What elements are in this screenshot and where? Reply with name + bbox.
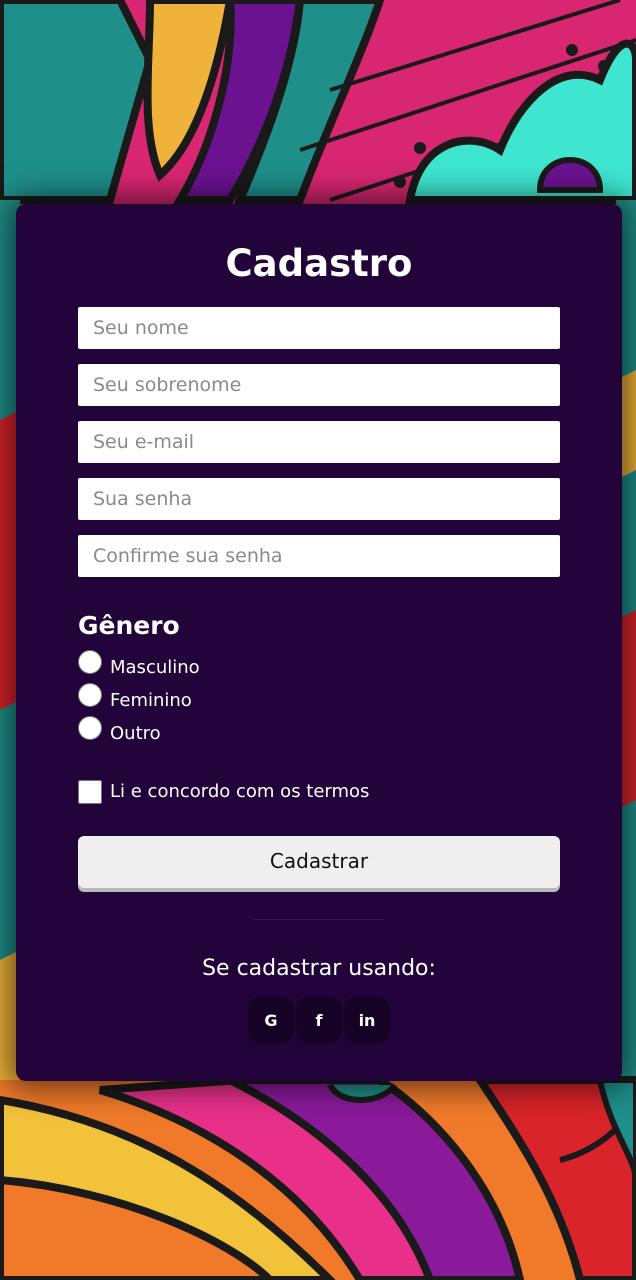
facebook-button[interactable]: f	[296, 997, 342, 1043]
gender-option-feminino[interactable]: Feminino	[78, 683, 192, 713]
radio-button-masculino[interactable]	[78, 650, 102, 674]
gender-option-outro[interactable]: Outro	[78, 716, 161, 746]
first-name-input[interactable]	[78, 307, 560, 349]
facebook-icon: f	[315, 1010, 323, 1030]
terms-label: Li e concordo com os termos	[110, 781, 370, 802]
divider	[254, 919, 384, 920]
page-title: Cadastro	[225, 242, 413, 285]
confirm-password-input[interactable]	[78, 535, 560, 577]
signup-card: Cadastro Gênero Masculino Feminino Outro…	[16, 204, 622, 1081]
email-input[interactable]	[78, 421, 560, 463]
gender-heading: Gênero	[78, 611, 180, 640]
radio-label-masculino: Masculino	[110, 657, 200, 678]
password-input[interactable]	[78, 478, 560, 520]
submit-button[interactable]: Cadastrar	[78, 836, 560, 888]
google-button[interactable]: G	[248, 997, 294, 1043]
last-name-input[interactable]	[78, 364, 560, 406]
social-signup-prompt: Se cadastrar usando:	[202, 956, 436, 981]
radio-label-outro: Outro	[110, 723, 161, 744]
linkedin-icon: in	[358, 1010, 376, 1030]
terms-checkbox-row[interactable]: Li e concordo com os termos	[78, 780, 369, 804]
linkedin-button[interactable]: in	[344, 997, 390, 1043]
radio-button-outro[interactable]	[78, 716, 102, 740]
radio-label-feminino: Feminino	[110, 690, 192, 711]
terms-checkbox[interactable]	[78, 780, 102, 804]
radio-button-feminino[interactable]	[78, 683, 102, 707]
gender-option-masculino[interactable]: Masculino	[78, 650, 200, 680]
google-icon: G	[264, 1010, 278, 1030]
